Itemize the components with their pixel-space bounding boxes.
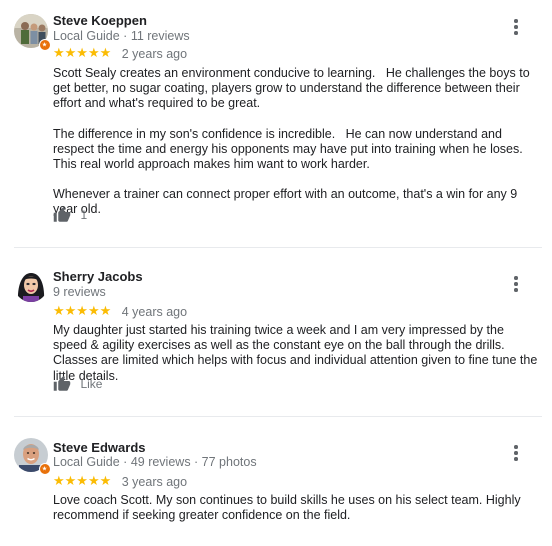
more-options-button[interactable]	[510, 19, 522, 35]
reviewer-name[interactable]: Sherry Jacobs	[53, 269, 143, 284]
reviewer-avatar[interactable]	[14, 14, 51, 51]
review-paragraph: Love coach Scott. My son continues to bu…	[53, 493, 525, 523]
review-card: Steve Koeppen Local Guide · 11 reviews ★…	[0, 0, 552, 246]
rating-row: ★★★★★ 4 years ago	[53, 303, 188, 320]
reviewer-name[interactable]: Steve Edwards	[53, 440, 146, 455]
reviewer-meta: 9 reviews	[53, 285, 106, 299]
review-text: Love coach Scott. My son continues to bu…	[53, 493, 541, 523]
star-rating: ★★★★★	[53, 304, 112, 320]
more-options-button[interactable]	[510, 276, 522, 292]
review-paragraph: Scott Sealy creates an environment condu…	[53, 66, 534, 111]
star-rating: ★★★★★	[53, 46, 112, 62]
reviewer-name[interactable]: Steve Koeppen	[53, 13, 147, 28]
thumbs-up-icon	[53, 206, 71, 222]
reviewer-meta: Local Guide · 49 reviews · 77 photos	[53, 455, 257, 469]
review-text: My daughter just started his training tw…	[53, 323, 541, 384]
reviewer-meta: Local Guide · 11 reviews	[53, 29, 190, 43]
like-label: Like	[80, 377, 103, 391]
review-date: 3 years ago	[121, 474, 188, 489]
profile-photo-icon	[14, 268, 48, 302]
review-text: Scott Sealy creates an environment condu…	[53, 66, 541, 218]
review-card: Steve Edwards Local Guide · 49 reviews ·…	[0, 417, 552, 546]
rating-row: ★★★★★ 3 years ago	[53, 473, 188, 490]
review-paragraph: The difference in my son's confidence is…	[53, 126, 533, 172]
star-rating: ★★★★★	[53, 474, 112, 490]
reviewer-avatar[interactable]	[14, 268, 48, 302]
more-options-button[interactable]	[510, 445, 522, 461]
like-button[interactable]: Like	[53, 375, 102, 393]
local-guide-badge-icon	[39, 39, 51, 51]
review-date: 4 years ago	[121, 304, 188, 319]
review-date: 2 years ago	[121, 46, 188, 61]
review-paragraph: Whenever a trainer can connect proper ef…	[53, 187, 521, 217]
local-guide-badge-icon	[39, 463, 51, 475]
review-paragraph: My daughter just started his training tw…	[53, 323, 541, 383]
reviewer-avatar[interactable]	[14, 438, 51, 475]
thumbs-up-icon	[53, 375, 71, 391]
rating-row: ★★★★★ 2 years ago	[53, 45, 188, 62]
like-button[interactable]: 1	[53, 206, 87, 224]
review-card: Sherry Jacobs 9 reviews ★★★★★ 4 years ag…	[0, 248, 552, 416]
like-count: 1	[80, 208, 88, 222]
